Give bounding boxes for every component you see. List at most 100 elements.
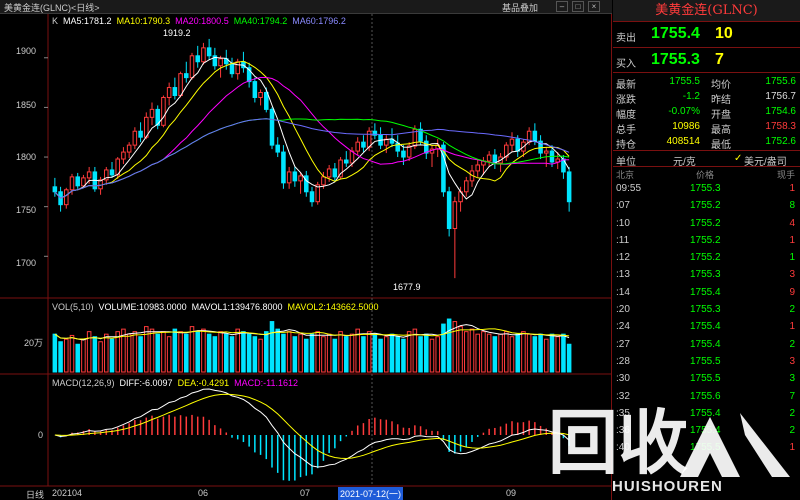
high-annotation: 1919.2 <box>163 28 191 38</box>
mavol2-label: MAVOL2:143662.5000 <box>287 302 379 312</box>
volume-bar <box>166 336 172 373</box>
ma40-line <box>54 118 570 199</box>
volume-bar <box>104 333 109 373</box>
close-icon[interactable]: × <box>588 1 600 12</box>
tick-row[interactable]: :10 1755.2 4 <box>613 216 800 233</box>
volume-bar <box>275 328 280 373</box>
tick-row[interactable]: :27 1755.4 2 <box>613 337 800 354</box>
stat-label: 最低 <box>711 140 731 151</box>
price-tick: 1750 <box>16 205 37 215</box>
candle-body <box>235 61 240 75</box>
stat-label: 昨结 <box>711 95 731 106</box>
low-annotation: 1677.9 <box>393 282 421 292</box>
candle-body <box>75 176 80 187</box>
volume-bar <box>504 331 509 373</box>
tick-row[interactable]: :12 1755.2 1 <box>613 250 800 267</box>
candle-body <box>166 87 172 98</box>
volume-bar <box>58 341 63 373</box>
tick-time: :11 <box>616 234 630 246</box>
price-tick: 1800 <box>16 152 37 162</box>
tick-row[interactable]: 09:55 1755.3 1 <box>613 181 800 198</box>
tick-qty: 1 <box>789 321 795 333</box>
volume-bar <box>52 333 58 373</box>
tick-qty: 2 <box>789 304 795 316</box>
stat-value: 1754.6 <box>765 106 796 117</box>
candle-body <box>401 150 406 158</box>
stat-value: 1755.6 <box>765 76 796 87</box>
volume-bar <box>418 336 423 373</box>
volume-bar <box>509 336 515 373</box>
date-tick-09: 09 <box>506 488 517 498</box>
volume-bar <box>189 326 195 373</box>
candle-body <box>275 144 280 153</box>
tick-time: :07 <box>616 200 630 212</box>
volume-bar <box>366 331 372 373</box>
candle-body <box>161 96 166 126</box>
kline-chart[interactable] <box>0 14 612 500</box>
bid-ask-box: 卖出 1755.4 10 买入 1755.3 7 <box>613 22 800 73</box>
unit-alt-option[interactable]: 美元/盎司 <box>744 153 787 168</box>
tick-row[interactable]: :24 1755.4 1 <box>613 319 800 336</box>
chart-title: 美黄金连(GLNC)<日线> <box>4 3 100 13</box>
quote-stat-row: 最新 1755.5 均价 1755.6 <box>613 75 800 91</box>
candle-body <box>509 138 515 146</box>
quote-stat-row: 涨跌 -1.2 昨结 1756.7 <box>613 90 800 106</box>
candle-body <box>298 175 303 182</box>
bid-row[interactable]: 买入 1755.3 7 <box>613 47 800 72</box>
tick-price: 1755.3 <box>690 183 721 194</box>
volume-tick: 20万 <box>24 338 44 348</box>
tick-row[interactable]: :11 1755.2 1 <box>613 233 800 250</box>
tick-time: :24 <box>616 321 630 333</box>
tick-row[interactable]: :14 1755.4 9 <box>613 285 800 302</box>
stat-value: 1755.5 <box>669 76 700 87</box>
volume-bar <box>429 338 435 373</box>
volume-bar <box>561 333 566 373</box>
tick-row[interactable]: :13 1755.3 3 <box>613 267 800 284</box>
ma20-label: MA20:1800.5 <box>175 16 229 26</box>
tick-row[interactable]: :07 1755.2 8 <box>613 198 800 215</box>
ma60-line <box>54 118 570 199</box>
candle-body <box>286 171 292 184</box>
volume-bar <box>212 336 218 373</box>
candle-body <box>281 151 286 184</box>
unit-value[interactable]: 元/克 <box>673 153 696 168</box>
volume-bar <box>224 333 229 373</box>
volume-bar <box>206 333 212 373</box>
tick-time: :13 <box>616 269 630 281</box>
volume-bar <box>75 343 80 373</box>
tick-qty: 3 <box>789 269 795 281</box>
candle-body <box>321 176 326 186</box>
stat-label: 幅度 <box>616 110 636 121</box>
overlay-instrument-button[interactable]: 基品叠加 <box>502 1 538 14</box>
unit-check-icon: ✓ <box>734 153 743 164</box>
window-maximize-icon[interactable]: □ <box>572 1 584 12</box>
price-header: 价格 <box>696 170 715 180</box>
tick-price: 1755.3 <box>690 269 721 281</box>
candle-body <box>361 141 366 148</box>
tick-price: 1755.2 <box>690 200 721 212</box>
volume-bar <box>172 328 178 373</box>
date-tick-06: 06 <box>198 488 209 498</box>
chart-titlebar: 美黄金连(GLNC)<日线> 基品叠加 – □ × <box>0 0 612 14</box>
candle-body <box>532 130 538 142</box>
volume-bar <box>355 328 360 373</box>
tick-qty: 3 <box>789 373 795 385</box>
candle-body <box>86 171 92 179</box>
candle-body <box>138 130 143 138</box>
tick-row[interactable]: :28 1755.5 3 <box>613 354 800 371</box>
candle-body <box>149 108 155 118</box>
candle-body <box>366 130 372 148</box>
cursor-date-label: 2021-07-12(一) <box>338 487 404 500</box>
unit-row: 单位 元/克 ✓ 美元/盎司 <box>613 151 800 168</box>
volume-bar <box>372 333 378 373</box>
tick-row[interactable]: :20 1755.3 2 <box>613 302 800 319</box>
volume-bar <box>395 336 400 373</box>
candle-body <box>464 180 469 193</box>
candle-body <box>258 92 263 98</box>
window-minimize-icon[interactable]: – <box>556 1 568 12</box>
ask-row[interactable]: 卖出 1755.4 10 <box>613 22 800 47</box>
kline-chart-area[interactable]: K MA5:1781.2 MA10:1790.3 MA20:1800.5 MA4… <box>0 14 612 500</box>
quote-stat-row: 持仓 408514 最低 1752.6 <box>613 135 800 151</box>
watermark-main-text: 回收 <box>548 402 688 484</box>
tick-row[interactable]: :30 1755.5 3 <box>613 371 800 388</box>
